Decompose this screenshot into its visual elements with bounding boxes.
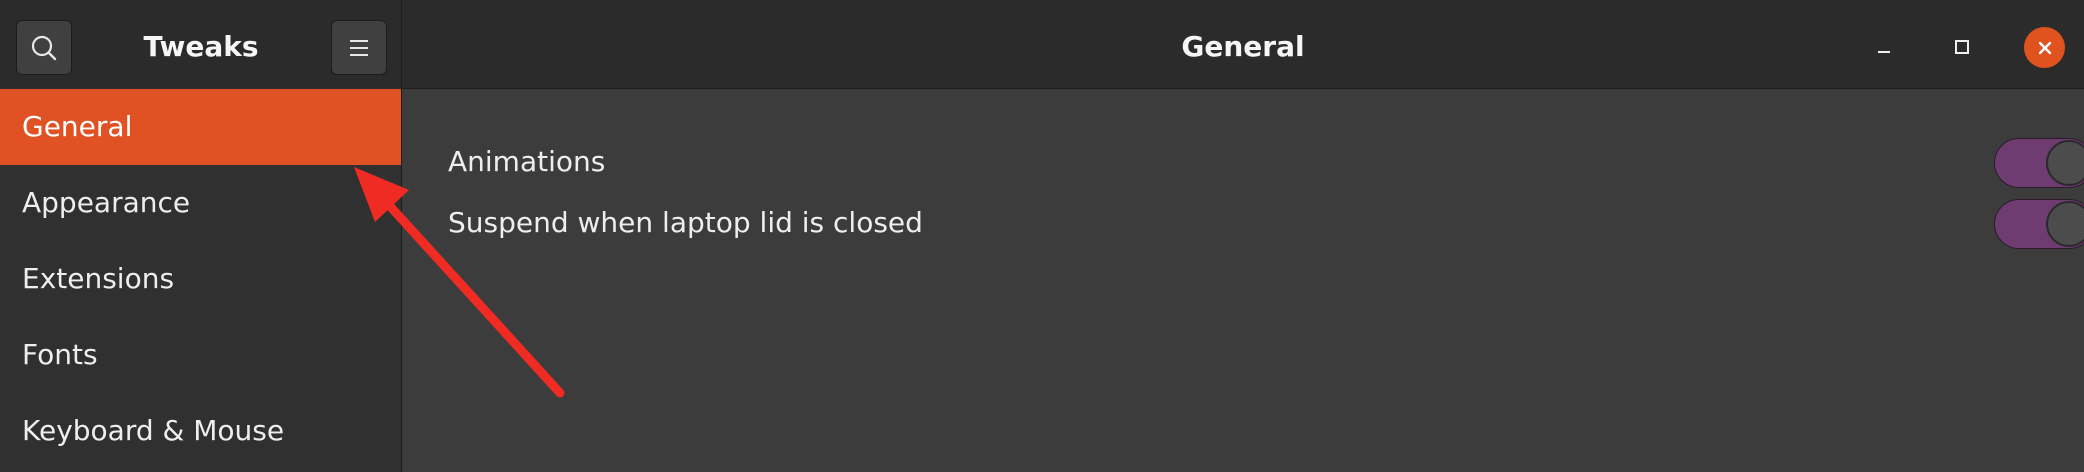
setting-row-animations: Animations — [448, 132, 2084, 192]
menu-button[interactable] — [331, 20, 387, 75]
close-button[interactable] — [2024, 27, 2065, 68]
settings-panel: Animations Suspend when laptop lid is cl… — [402, 89, 2084, 472]
sidebar-header: Tweaks — [0, 0, 402, 89]
hamburger-menu-icon — [350, 39, 368, 56]
sidebar-item-appearance[interactable]: Appearance — [0, 165, 401, 241]
sidebar-item-extensions[interactable]: Extensions — [0, 241, 401, 317]
sidebar-item-label: Keyboard & Mouse — [22, 414, 285, 447]
search-icon — [31, 35, 57, 60]
sidebar-item-keyboard-mouse[interactable]: Keyboard & Mouse — [0, 393, 401, 469]
setting-label: Suspend when laptop lid is closed — [448, 206, 923, 239]
suspend-lid-toggle[interactable] — [1994, 199, 2084, 249]
maximize-icon — [1955, 40, 1969, 54]
sidebar-item-general[interactable]: General — [0, 89, 401, 165]
toggle-knob — [2046, 140, 2084, 186]
search-button[interactable] — [16, 20, 72, 75]
sidebar-item-label: General — [22, 110, 133, 143]
close-icon — [2038, 41, 2051, 54]
page-title: General — [1181, 30, 1305, 63]
sidebar: General Appearance Extensions Fonts Keyb… — [0, 89, 402, 472]
header-bar: Tweaks General — [0, 0, 2084, 89]
setting-label: Animations — [448, 145, 606, 178]
toggle-knob — [2046, 201, 2084, 247]
minimize-button[interactable] — [1864, 27, 1904, 67]
sidebar-item-fonts[interactable]: Fonts — [0, 317, 401, 393]
animations-toggle[interactable] — [1994, 138, 2084, 188]
setting-row-suspend-lid: Suspend when laptop lid is closed — [448, 193, 2084, 253]
sidebar-title: Tweaks — [143, 30, 259, 63]
sidebar-item-label: Extensions — [22, 262, 175, 295]
tweaks-window: Tweaks General General Appearance Extens… — [0, 0, 2084, 472]
minimize-icon — [1878, 51, 1890, 53]
maximize-button[interactable] — [1942, 27, 1982, 67]
sidebar-item-label: Appearance — [22, 186, 191, 219]
sidebar-item-label: Fonts — [22, 338, 98, 371]
